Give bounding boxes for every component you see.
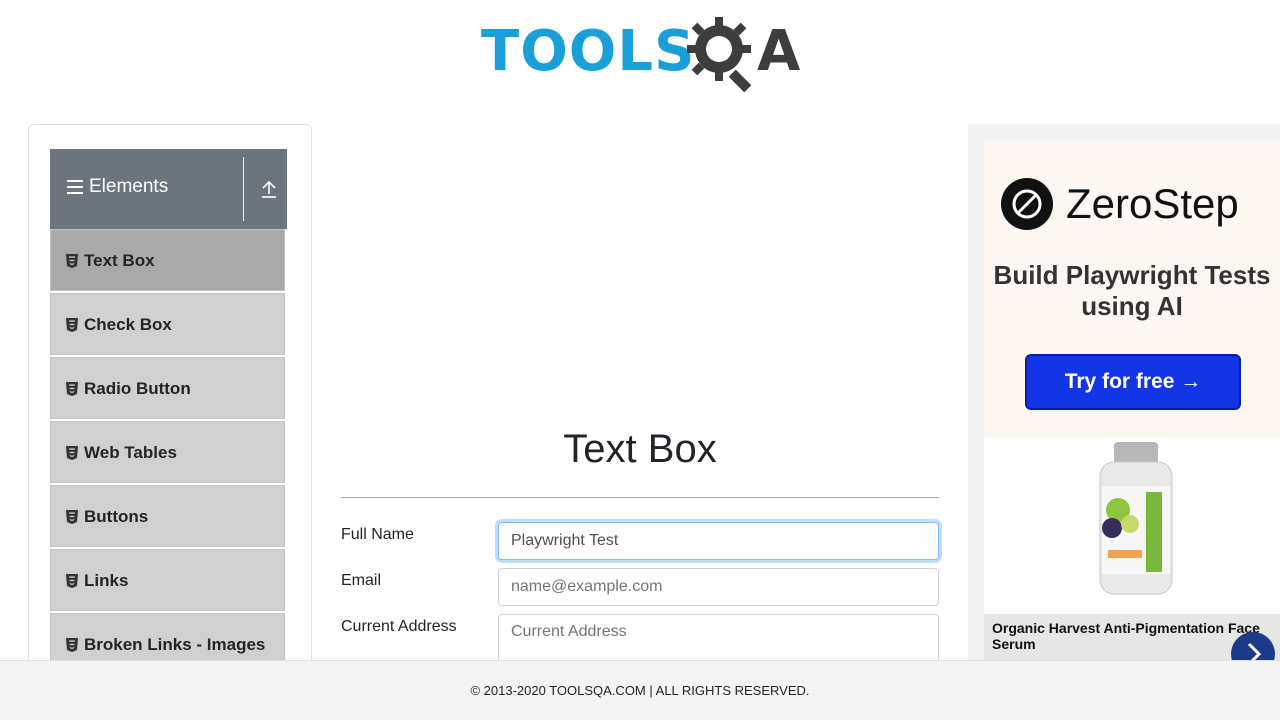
ad-product-image[interactable] bbox=[984, 438, 1280, 614]
ad-headline: Build Playwright Tests using AI bbox=[993, 260, 1271, 321]
header-divider bbox=[243, 157, 244, 221]
sidebar-item-label: Buttons bbox=[84, 507, 149, 526]
sidebar-item-buttons[interactable]: Buttons bbox=[50, 485, 285, 547]
logo-text-tools: TOOLS bbox=[481, 19, 696, 84]
html5-icon bbox=[66, 510, 78, 524]
toolsqa-logo[interactable]: TOOLS A bbox=[481, 14, 805, 92]
sidebar-item-check-box[interactable]: Check Box bbox=[50, 293, 285, 355]
group-title: Elements bbox=[89, 176, 169, 197]
sidebar-item-label: Radio Button bbox=[84, 379, 191, 398]
elements-menu-list: Text Box Check Box Radio Button Web Tabl… bbox=[50, 229, 287, 677]
site-header: TOOLS A bbox=[0, 0, 1280, 100]
ad-brand: ZeroStep bbox=[1066, 180, 1239, 227]
sidebar-item-label: Links bbox=[84, 571, 129, 590]
html5-icon bbox=[66, 638, 78, 652]
try-for-free-button[interactable]: Try for free → bbox=[1025, 354, 1241, 410]
sidebar-item-links[interactable]: Links bbox=[50, 549, 285, 611]
page-title: Text Box bbox=[563, 427, 717, 471]
full-name-label: Full Name bbox=[341, 526, 414, 543]
sidebar-item-label: Text Box bbox=[84, 251, 155, 270]
logo-text-a: A bbox=[757, 19, 801, 84]
html5-icon bbox=[66, 574, 78, 588]
sidebar-item-web-tables[interactable]: Web Tables bbox=[50, 421, 285, 483]
elements-group-header[interactable]: Elements bbox=[50, 149, 287, 229]
ad-banner[interactable]: ZeroStep Build Playwright Tests using AI… bbox=[984, 140, 1280, 438]
email-input[interactable] bbox=[498, 568, 939, 606]
sidebar-item-label: Broken Links - Images bbox=[84, 635, 266, 654]
current-address-label: Current Address bbox=[341, 618, 457, 635]
gear-magnifier-icon bbox=[687, 17, 752, 92]
footer-copyright: © 2013-2020 TOOLSQA.COM | ALL RIGHTS RES… bbox=[470, 683, 810, 698]
collapse-up-icon[interactable] bbox=[260, 179, 278, 199]
html5-icon bbox=[66, 254, 78, 268]
advertisement[interactable]: ZeroStep Build Playwright Tests using AI… bbox=[968, 124, 1280, 660]
email-label: Email bbox=[341, 572, 382, 589]
sidebar-item-label: Check Box bbox=[84, 315, 172, 334]
sidebar-item-radio-button[interactable]: Radio Button bbox=[50, 357, 285, 419]
full-name-input[interactable] bbox=[498, 522, 939, 560]
sidebar-item-text-box[interactable]: Text Box bbox=[50, 229, 285, 291]
hamburger-menu-icon bbox=[67, 180, 83, 194]
html5-icon bbox=[66, 382, 78, 396]
footer: © 2013-2020 TOOLSQA.COM | ALL RIGHTS RES… bbox=[0, 660, 1280, 720]
html5-icon bbox=[66, 318, 78, 332]
serum-bottle-image bbox=[1099, 442, 1173, 595]
title-divider bbox=[341, 497, 939, 498]
sidebar-item-label: Web Tables bbox=[84, 443, 177, 462]
zerostep-logo-icon bbox=[1001, 178, 1053, 230]
html5-icon bbox=[66, 446, 78, 460]
